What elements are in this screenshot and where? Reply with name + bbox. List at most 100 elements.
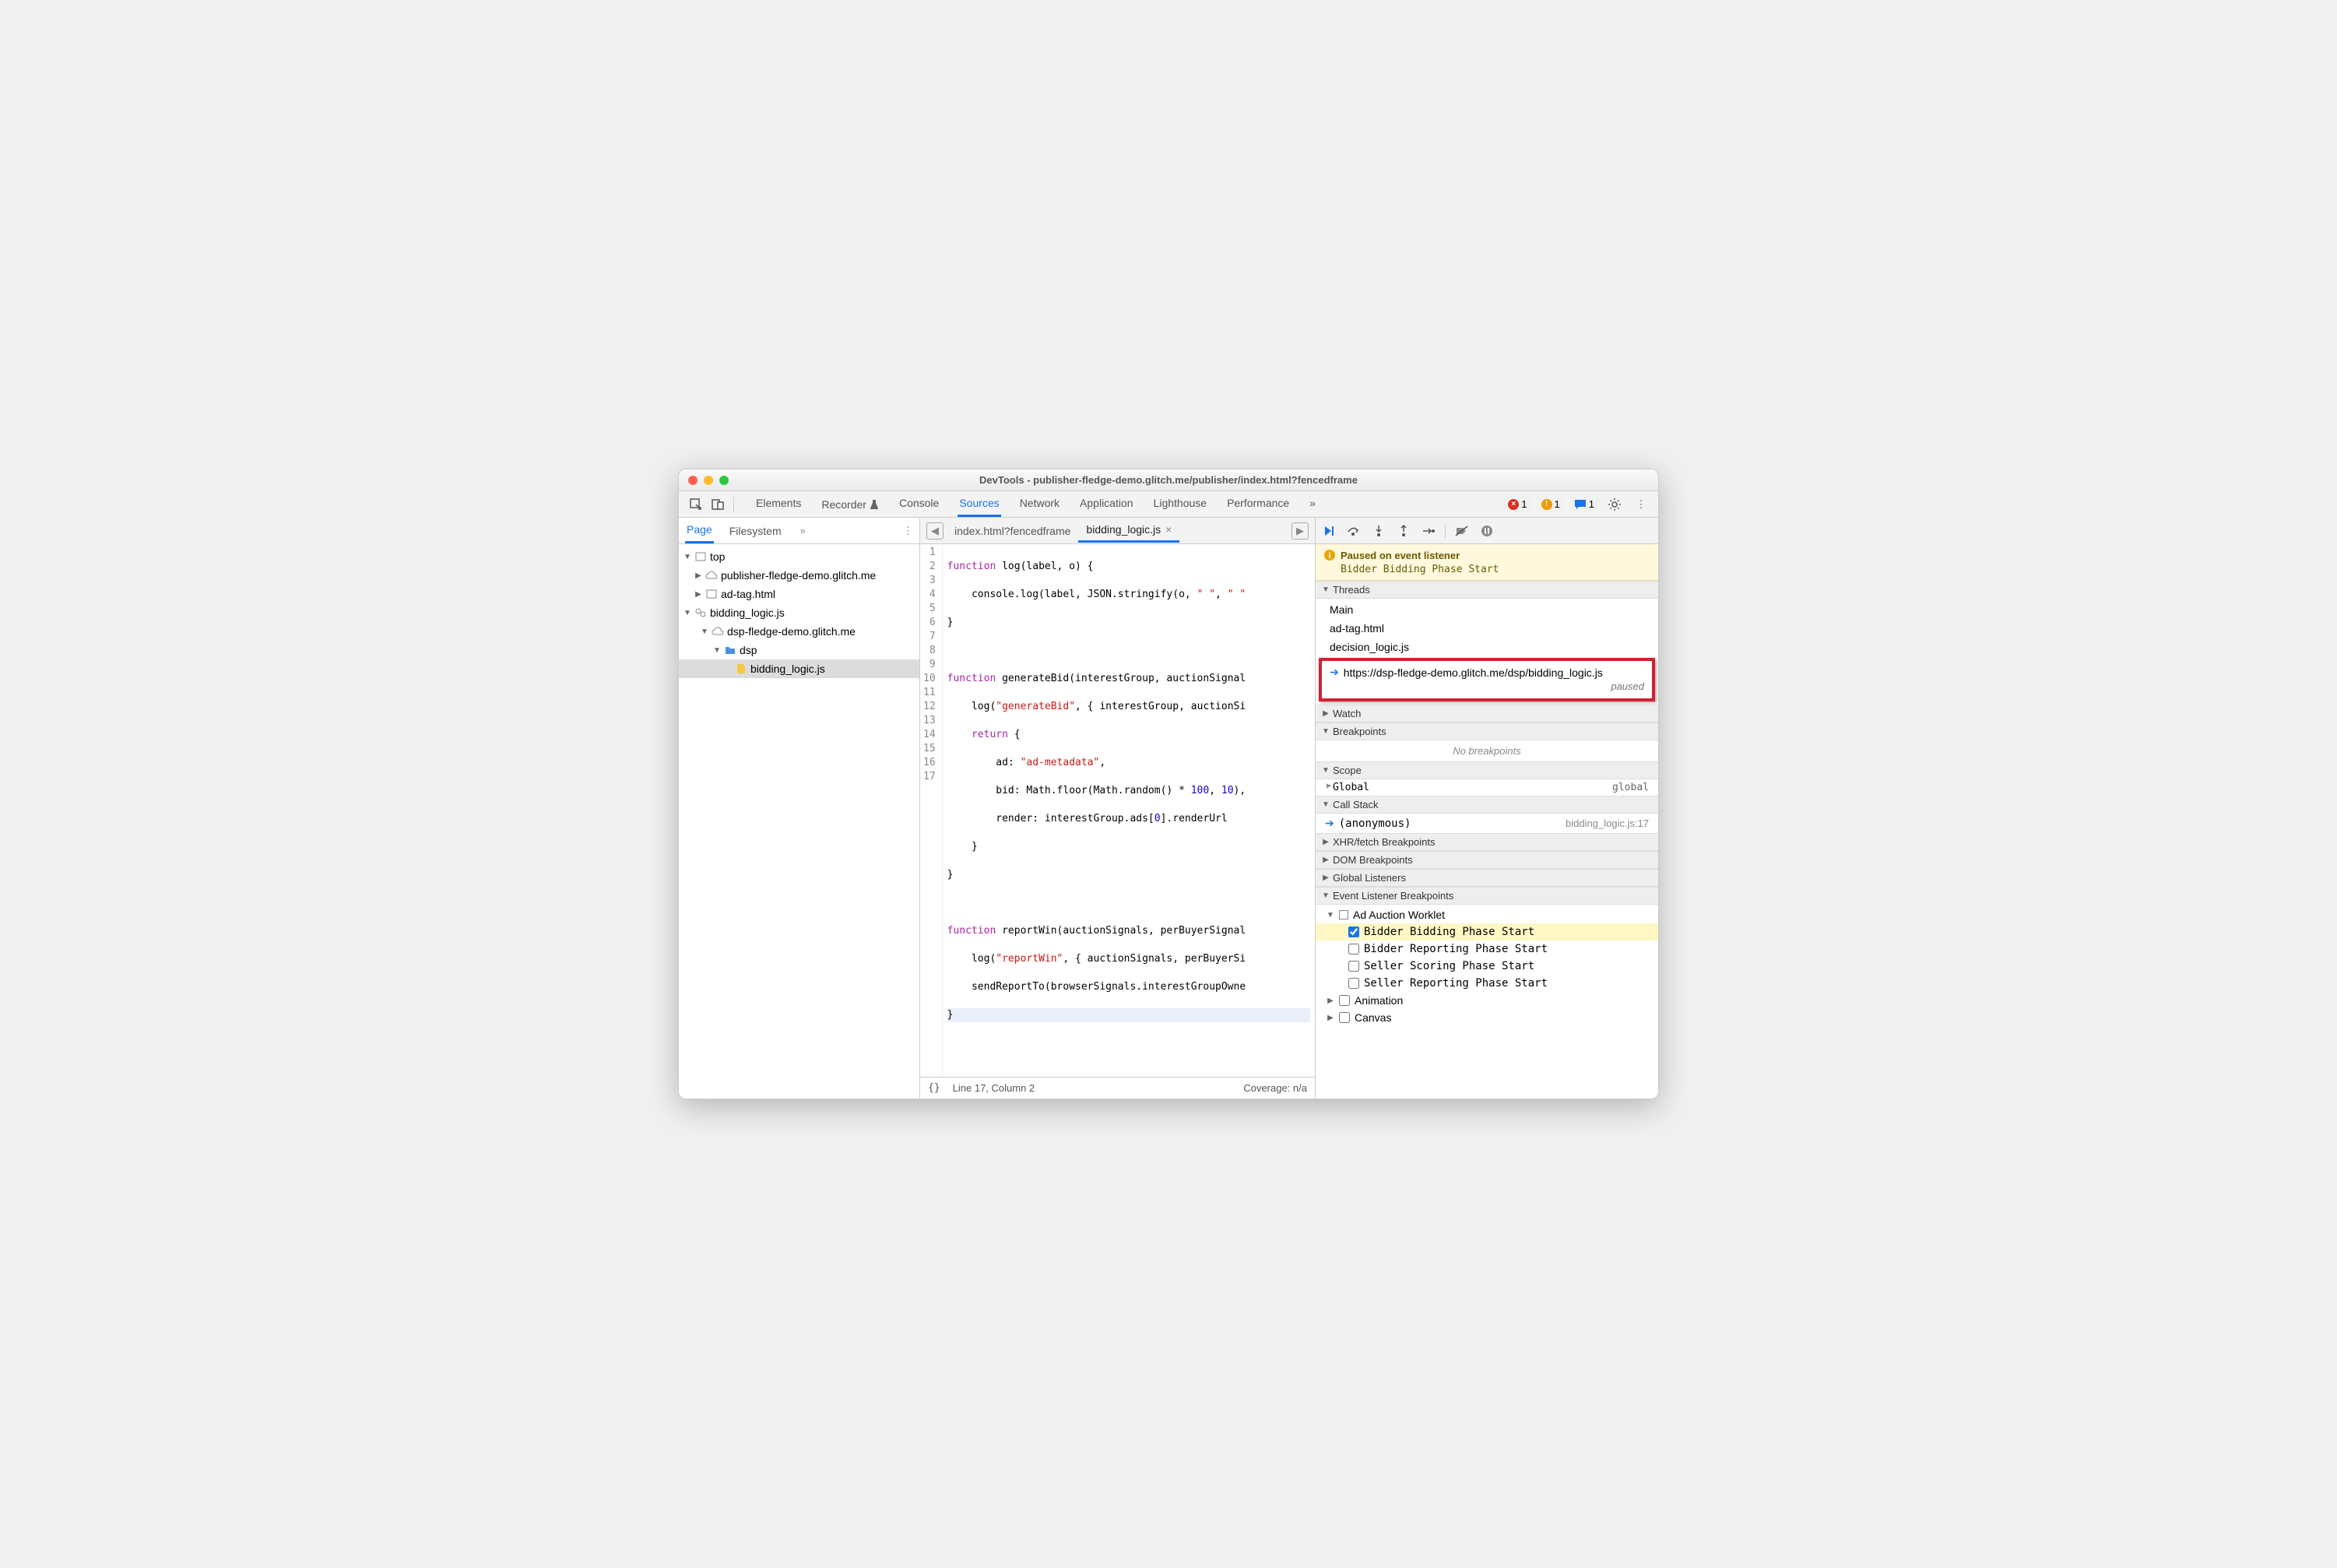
- kebab-menu-icon[interactable]: ⋮: [1630, 495, 1652, 514]
- event-seller-scoring-start[interactable]: Seller Scoring Phase Start: [1316, 958, 1658, 975]
- tabs-overflow-icon[interactable]: »: [1308, 491, 1317, 517]
- event-bidder-bidding-start[interactable]: Bidder Bidding Phase Start: [1316, 923, 1658, 940]
- step-out-icon[interactable]: [1395, 522, 1412, 540]
- line-gutter: 1234567891011121314151617: [920, 544, 943, 1077]
- current-frame-arrow-icon: ➔: [1325, 817, 1334, 830]
- main-toolbar: Elements Recorder Console Sources Networ…: [679, 491, 1658, 518]
- section-dom[interactable]: ▶DOM Breakpoints: [1316, 851, 1658, 869]
- tab-performance[interactable]: Performance: [1225, 491, 1291, 517]
- section-threads[interactable]: ▼Threads: [1316, 581, 1658, 599]
- stack-frame-0[interactable]: ➔ (anonymous) bidding_logic.js:17: [1316, 814, 1658, 833]
- thread-bidding-highlighted[interactable]: ➔https://dsp-fledge-demo.glitch.me/dsp/b…: [1319, 658, 1655, 701]
- chevron-down-icon: ▼: [701, 628, 708, 636]
- event-cat-adworklet[interactable]: ▼Ad Auction Worklet: [1316, 906, 1658, 923]
- frame-icon: [694, 552, 707, 561]
- chevron-right-icon: ▶: [694, 590, 702, 599]
- gears-icon: [694, 607, 707, 618]
- tab-application[interactable]: Application: [1078, 491, 1135, 517]
- error-icon: ×: [1508, 499, 1519, 510]
- tree-top[interactable]: ▼top: [679, 547, 919, 566]
- warning-badge[interactable]: ! 1: [1537, 497, 1565, 512]
- editor-panel: ◀ index.html?fencedframe bidding_logic.j…: [920, 518, 1316, 1099]
- checkbox[interactable]: [1339, 1012, 1350, 1023]
- thread-main[interactable]: Main: [1316, 600, 1658, 619]
- checkbox[interactable]: [1348, 944, 1359, 955]
- side-tab-overflow-icon[interactable]: »: [800, 525, 806, 536]
- pretty-print-icon[interactable]: {}: [928, 1082, 940, 1094]
- code-editor[interactable]: function log(label, o) { console.log(lab…: [943, 544, 1315, 1077]
- folder-icon: [724, 645, 736, 655]
- nav-back-icon[interactable]: ◀: [926, 522, 944, 540]
- tree-origin-dsp[interactable]: ▼dsp-fledge-demo.glitch.me: [679, 622, 919, 641]
- checkbox[interactable]: [1348, 961, 1359, 972]
- file-tree: ▼top ▶publisher-fledge-demo.glitch.me ▶a…: [679, 544, 919, 1099]
- event-seller-reporting-start[interactable]: Seller Reporting Phase Start: [1316, 975, 1658, 992]
- error-badge[interactable]: × 1: [1503, 497, 1531, 512]
- file-tab-bidding[interactable]: bidding_logic.js ×: [1078, 519, 1179, 543]
- section-breakpoints[interactable]: ▼Breakpoints: [1316, 722, 1658, 740]
- flask-icon: [870, 499, 879, 510]
- tab-lighthouse[interactable]: Lighthouse: [1152, 491, 1209, 517]
- event-cat-animation[interactable]: ▶Animation: [1316, 992, 1658, 1009]
- file-tab-index[interactable]: index.html?fencedframe: [947, 520, 1078, 542]
- navigator-sidebar: Page Filesystem » ⋮ ▼top ▶publisher-fled…: [679, 518, 920, 1099]
- chevron-right-icon: ▶: [694, 571, 702, 580]
- nav-forward-icon[interactable]: ▶: [1292, 522, 1309, 540]
- tree-bidding-logic[interactable]: ▼bidding_logic.js: [679, 603, 919, 622]
- tab-console[interactable]: Console: [898, 491, 940, 517]
- step-into-icon[interactable]: [1370, 522, 1387, 540]
- titlebar: DevTools - publisher-fledge-demo.glitch.…: [679, 469, 1658, 491]
- step-over-icon[interactable]: [1345, 522, 1362, 540]
- panel-tabs: Elements Recorder Console Sources Networ…: [754, 491, 1317, 517]
- settings-icon[interactable]: [1604, 495, 1625, 514]
- checkbox-mixed[interactable]: [1339, 910, 1348, 919]
- device-toolbar-icon[interactable]: [707, 495, 729, 514]
- checkbox[interactable]: [1348, 978, 1359, 989]
- chevron-down-icon: ▼: [713, 646, 721, 655]
- chevron-down-icon: ▼: [684, 553, 691, 561]
- checkbox[interactable]: [1339, 995, 1350, 1006]
- scope-global[interactable]: ▶Globalglobal: [1316, 779, 1658, 796]
- debug-sidebar: i Paused on event listener Bidder Biddin…: [1316, 518, 1658, 1099]
- devtools-window: DevTools - publisher-fledge-demo.glitch.…: [678, 469, 1659, 1099]
- section-event-breakpoints[interactable]: ▼Event Listener Breakpoints: [1316, 887, 1658, 905]
- event-cat-canvas[interactable]: ▶Canvas: [1316, 1009, 1658, 1026]
- no-breakpoints: No breakpoints: [1316, 740, 1658, 761]
- current-thread-arrow-icon: ➔: [1330, 666, 1339, 679]
- tab-network[interactable]: Network: [1018, 491, 1061, 517]
- warning-icon: !: [1541, 499, 1552, 510]
- section-scope[interactable]: ▼Scope: [1316, 761, 1658, 779]
- step-icon[interactable]: [1420, 522, 1437, 540]
- resume-icon[interactable]: [1320, 522, 1337, 540]
- thread-adtag[interactable]: ad-tag.html: [1316, 619, 1658, 638]
- event-bidder-reporting-start[interactable]: Bidder Reporting Phase Start: [1316, 940, 1658, 958]
- inspect-element-icon[interactable]: [685, 495, 707, 514]
- section-watch[interactable]: ▶Watch: [1316, 705, 1658, 722]
- checkbox[interactable]: [1348, 926, 1359, 937]
- pause-exceptions-icon[interactable]: [1478, 522, 1495, 540]
- side-kebab-icon[interactable]: ⋮: [903, 525, 913, 537]
- side-tab-filesystem[interactable]: Filesystem: [728, 519, 783, 543]
- chevron-down-icon: ▼: [684, 609, 691, 617]
- deactivate-breakpoints-icon[interactable]: [1453, 522, 1471, 540]
- js-file-icon: [735, 663, 747, 674]
- thread-decision[interactable]: decision_logic.js: [1316, 638, 1658, 656]
- cloud-icon: [712, 627, 724, 636]
- tree-origin-publisher[interactable]: ▶publisher-fledge-demo.glitch.me: [679, 566, 919, 585]
- section-globals[interactable]: ▶Global Listeners: [1316, 869, 1658, 887]
- cloud-icon: [705, 571, 718, 580]
- section-xhr[interactable]: ▶XHR/fetch Breakpoints: [1316, 833, 1658, 851]
- editor-statusbar: {} Line 17, Column 2 Coverage: n/a: [920, 1077, 1315, 1099]
- tree-adtag[interactable]: ▶ad-tag.html: [679, 585, 919, 603]
- tree-folder-dsp[interactable]: ▼dsp: [679, 641, 919, 659]
- tab-recorder[interactable]: Recorder: [820, 491, 880, 517]
- side-tab-page[interactable]: Page: [685, 518, 714, 543]
- close-tab-icon[interactable]: ×: [1165, 523, 1172, 536]
- frame-icon: [705, 589, 718, 599]
- messages-badge[interactable]: 1: [1569, 497, 1599, 512]
- tree-file-bidding[interactable]: bidding_logic.js: [679, 659, 919, 678]
- coverage-status: Coverage: n/a: [1243, 1082, 1307, 1094]
- tab-sources[interactable]: Sources: [958, 491, 1000, 517]
- section-callstack[interactable]: ▼Call Stack: [1316, 796, 1658, 814]
- tab-elements[interactable]: Elements: [754, 491, 803, 517]
